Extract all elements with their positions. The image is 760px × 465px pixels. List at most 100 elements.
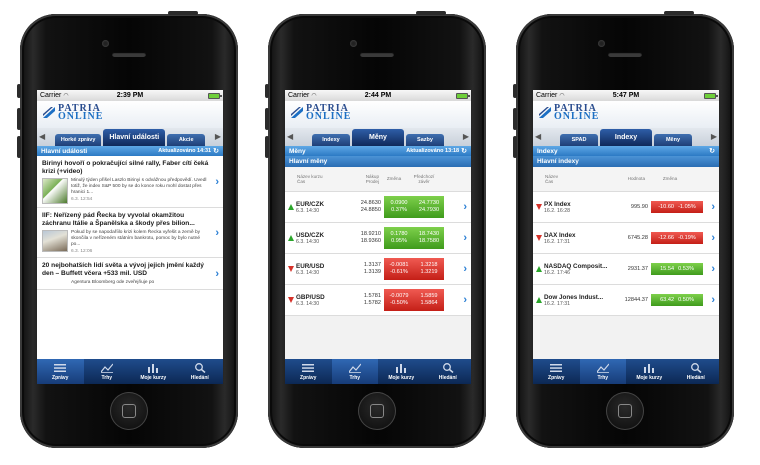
refresh-icon[interactable]: ↻ xyxy=(461,147,467,155)
ask-value: 24.8850 xyxy=(360,207,381,213)
tabbar-markets[interactable]: Trhy xyxy=(579,359,626,384)
chevron-right-icon[interactable]: › xyxy=(711,201,715,213)
updated-label: Aktualizováno 13:18 xyxy=(406,148,460,154)
tab-main-events[interactable]: Hlavní události xyxy=(103,129,166,146)
refresh-icon[interactable]: ↻ xyxy=(213,147,219,155)
app-header: PATRIA ONLINE xyxy=(285,101,471,128)
tabbar-news[interactable]: Zprávy xyxy=(285,359,332,384)
home-button[interactable] xyxy=(358,392,396,430)
tab-currencies[interactable]: Měny xyxy=(352,129,404,146)
tab-indices[interactable]: Indexy xyxy=(600,129,652,146)
tabbar-news[interactable]: Zprávy xyxy=(533,359,580,384)
table-row[interactable]: GBP/USD 6.3. 14:30 1.5781 1.5782 -0.0079 -0… xyxy=(285,285,471,316)
rate-time: 6.3. 14:30 xyxy=(296,238,320,245)
bars-icon xyxy=(642,363,656,374)
tab-stocks[interactable]: Akcie xyxy=(167,134,206,146)
section-header: Indexy ↻ xyxy=(533,146,719,156)
table-row[interactable]: EUR/USD 6.3. 14:30 1.3137 1.3139 -0.0081 -0… xyxy=(285,254,471,285)
chevron-right-icon[interactable]: › xyxy=(711,263,715,275)
chevron-right-icon[interactable]: › xyxy=(463,263,467,275)
table-row[interactable]: DAX Index 16.2. 17:31 6745.28 -12.66 -0.19… xyxy=(533,223,719,254)
refresh-icon[interactable]: ↻ xyxy=(709,147,715,155)
home-button[interactable] xyxy=(110,392,148,430)
bid-value: 18.9210 xyxy=(360,231,381,237)
tabs-right-arrow-icon[interactable]: ▶ xyxy=(215,132,221,141)
index-value: 995.90 xyxy=(630,203,648,210)
tabbar-search[interactable]: Hledání xyxy=(177,359,224,384)
chevron-right-icon[interactable]: › xyxy=(463,201,467,213)
tabbar-news[interactable]: Zprávy xyxy=(37,359,84,384)
tabbar-label: Trhy xyxy=(101,374,113,381)
patria-logo: PATRIA ONLINE xyxy=(42,104,103,122)
tabbar-search[interactable]: Hledání xyxy=(425,359,472,384)
section-title: Měny xyxy=(289,147,306,155)
tabbar-label: Trhy xyxy=(597,374,609,381)
tabbar-search[interactable]: Hledání xyxy=(673,359,720,384)
change-value: -12.66 xyxy=(658,234,675,241)
tab-indices[interactable]: Indexy xyxy=(312,134,350,146)
chevron-right-icon[interactable]: › xyxy=(463,294,467,306)
power-button xyxy=(168,11,198,15)
tabbar-label: Hledání xyxy=(190,374,209,381)
up-arrow-icon xyxy=(288,235,294,241)
table-row[interactable]: PX Index 16.2. 16:28 995.90 -10.60 -1.05% … xyxy=(533,192,719,223)
tabs-left-arrow-icon[interactable]: ◀ xyxy=(287,132,293,141)
chart-icon xyxy=(348,363,362,374)
tab-spad[interactable]: SPAD xyxy=(560,134,598,146)
news-thumbnail xyxy=(42,178,68,204)
chevron-right-icon[interactable]: › xyxy=(711,294,715,306)
table-row[interactable]: Dow Jones Indust... 16.2. 17:31 12844.37 … xyxy=(533,285,719,316)
tabbar-markets[interactable]: Trhy xyxy=(331,359,378,384)
down-arrow-icon xyxy=(288,266,294,272)
chevron-right-icon[interactable]: › xyxy=(215,227,219,239)
list-item[interactable]: 20 nejbohatších lidí světa a vývoj jejic… xyxy=(37,258,223,290)
clock: 2:44 PM xyxy=(364,92,392,99)
chevron-right-icon[interactable]: › xyxy=(215,176,219,188)
col-name: Název Čas xyxy=(545,173,559,185)
tab-hot-news[interactable]: Horké zprávy xyxy=(54,134,102,146)
chevron-right-icon[interactable]: › xyxy=(215,268,219,280)
table-row[interactable]: EUR/CZK 6.3. 14:30 24.8630 24.8850 0.0900 0… xyxy=(285,192,471,223)
tab-rates[interactable]: Sazby xyxy=(406,134,444,146)
col-bid-ask: Nákup Prodej xyxy=(365,173,379,185)
front-camera xyxy=(598,40,605,47)
tab-currencies[interactable]: Měny xyxy=(654,134,692,146)
tabbar-my-rates[interactable]: Moje kurzy xyxy=(378,359,425,384)
news-excerpt: Minulý týden přišel Laszlo Birinyi s odv… xyxy=(71,178,207,195)
tabs-left-arrow-icon[interactable]: ◀ xyxy=(535,132,541,141)
tabbar-my-rates[interactable]: Moje kurzy xyxy=(130,359,177,384)
chevron-right-icon[interactable]: › xyxy=(463,232,467,244)
patria-logo: PATRIA ONLINE xyxy=(290,104,351,122)
tabbar-label: Hledání xyxy=(686,374,705,381)
change-value: 0.1780 xyxy=(390,231,408,237)
change-value: -0.0081 xyxy=(389,262,409,268)
home-button[interactable] xyxy=(606,392,644,430)
tabbar-label: Zprávy xyxy=(52,374,69,381)
change-value: 15.54 xyxy=(660,265,675,272)
tabs-right-arrow-icon[interactable]: ▶ xyxy=(463,132,469,141)
index-name: PX Index xyxy=(544,200,571,208)
tabs-right-arrow-icon[interactable]: ▶ xyxy=(711,132,717,141)
ask-value: 1.3139 xyxy=(363,269,381,275)
screen: Carrier ◠ 2:39 PM PATRIA ONLINE ◀ Horké zp… xyxy=(37,90,223,384)
phone-news: Carrier ◠ 2:39 PM PATRIA ONLINE ◀ Horké zp… xyxy=(17,11,238,448)
tabbar-label: Zprávy xyxy=(300,374,317,381)
index-value: 12844.37 xyxy=(624,296,648,303)
table-header: Název kurzu Čas Nákup Prodej Změna Předc… xyxy=(285,167,471,192)
list-item[interactable]: Birinyi hovoří o pokračující silné rally… xyxy=(37,156,223,208)
volume-down-button xyxy=(17,136,21,158)
list-item[interactable]: IIF: Neřízený pád Řecka by vyvolal okamž… xyxy=(37,208,223,258)
bottom-tab-bar: Zprávy Trhy Moje kurzy Hledání xyxy=(285,359,471,384)
up-arrow-icon xyxy=(288,204,294,210)
tabs-left-arrow-icon[interactable]: ◀ xyxy=(39,132,45,141)
tabbar-markets[interactable]: Trhy xyxy=(84,359,131,384)
table-row[interactable]: NASDAQ Composit... 16.2. 17:46 2931.37 15… xyxy=(533,254,719,285)
tabbar-my-rates[interactable]: Moje kurzy xyxy=(626,359,673,384)
down-arrow-icon xyxy=(536,235,542,241)
chevron-right-icon[interactable]: › xyxy=(711,232,715,244)
table-row[interactable]: USD/CZK 6.3. 14:30 18.9210 18.9360 0.1780 0… xyxy=(285,223,471,254)
section-header: Měny Aktualizováno 13:18 ↻ xyxy=(285,146,471,156)
index-time: 16.2. 17:31 xyxy=(544,238,570,245)
search-icon xyxy=(193,363,207,374)
section-title: Hlavní události xyxy=(41,147,88,155)
